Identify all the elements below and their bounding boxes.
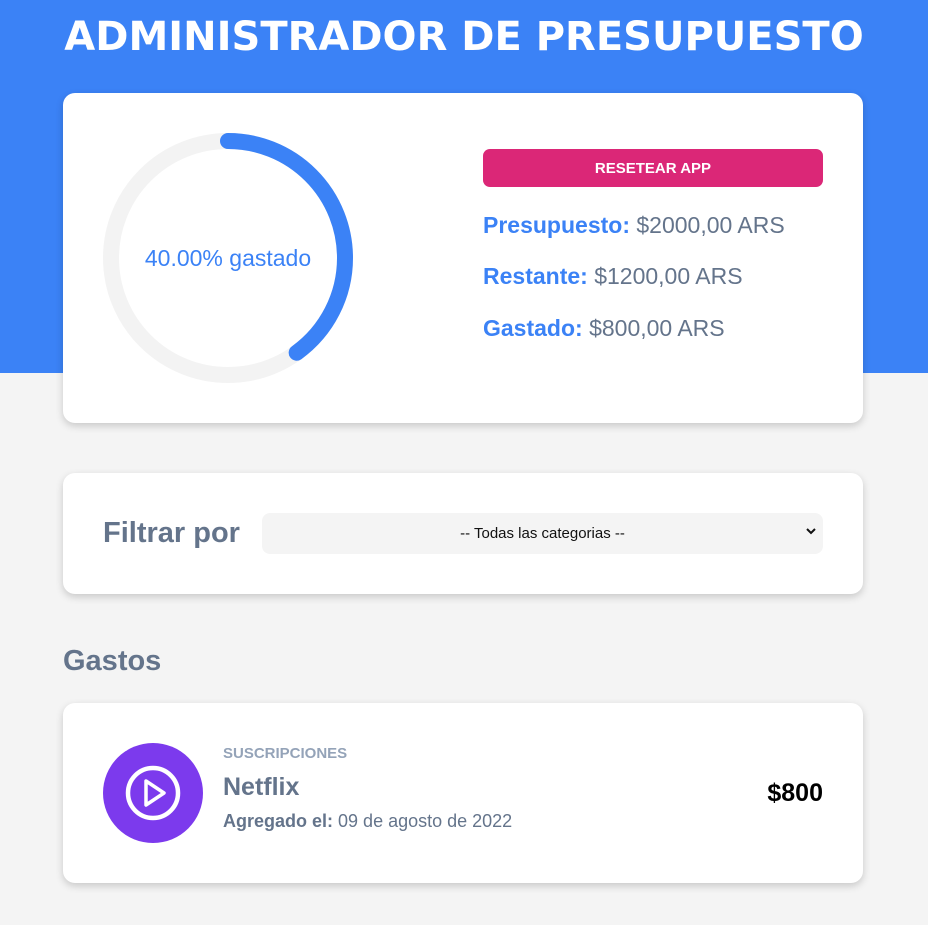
play-icon — [103, 743, 203, 843]
expense-date: Agregado el: 09 de agosto de 2022 — [223, 811, 512, 832]
budget-remaining-value: $1200,00 ARS — [594, 263, 743, 289]
app-title: ADMINISTRADOR DE PRESUPUESTO — [64, 14, 864, 60]
chevron-down-icon — [806, 528, 816, 535]
budget-total: Presupuesto: $2000,00 ARS — [483, 212, 785, 239]
reset-app-button[interactable]: RESETEAR APP — [483, 149, 823, 187]
budget-total-value: $2000,00 ARS — [636, 212, 785, 238]
expense-date-value: 09 de agosto de 2022 — [338, 811, 513, 831]
budget-remaining-label: Restante: — [483, 263, 588, 289]
budget-spent-value: $800,00 ARS — [589, 315, 725, 341]
category-filter-selected: -- Todas las categorias -- — [460, 525, 625, 542]
expenses-title: Gastos — [63, 645, 162, 677]
category-filter-select[interactable]: -- Todas las categorias -- — [262, 513, 823, 554]
budget-spent-label: Gastado: — [483, 315, 583, 341]
budget-remaining: Restante: $1200,00 ARS — [483, 263, 743, 290]
expense-name: Netflix — [223, 773, 300, 801]
filter-label: Filtrar por — [103, 517, 240, 549]
progress-label: 40.00% gastado — [144, 244, 312, 271]
budget-total-label: Presupuesto: — [483, 212, 630, 238]
budget-progress-circle: 40.00% gastado — [103, 133, 353, 383]
expense-amount: $800 — [767, 779, 823, 807]
budget-spent: Gastado: $800,00 ARS — [483, 315, 725, 342]
expense-card[interactable]: SUSCRIPCIONES Netflix Agregado el: 09 de… — [63, 703, 863, 883]
budget-card: 40.00% gastado RESETEAR APP Presupuesto:… — [63, 93, 863, 423]
expense-category: SUSCRIPCIONES — [223, 745, 348, 762]
filter-card: Filtrar por -- Todas las categorias -- — [63, 473, 863, 594]
expense-date-label: Agregado el: — [223, 811, 334, 831]
